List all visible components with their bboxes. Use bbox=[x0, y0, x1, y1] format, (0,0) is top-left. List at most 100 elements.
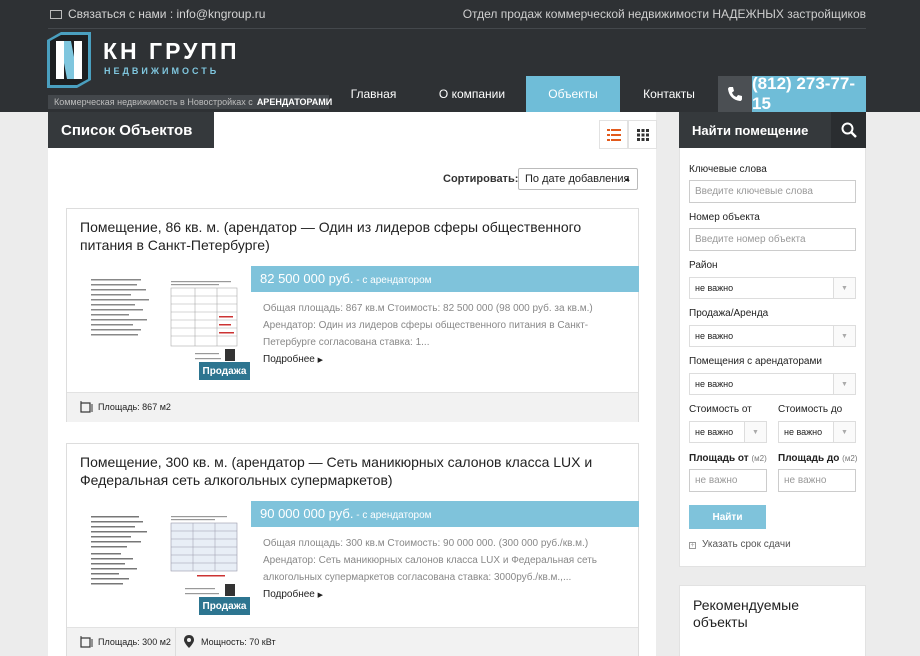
search-toggle-button[interactable] bbox=[831, 112, 866, 148]
keywords-input[interactable]: Введите ключевые слова bbox=[689, 180, 856, 203]
chevron-down-icon: ▼ bbox=[833, 278, 855, 298]
strip-text: Коммерческая недвижимость в Новостройках… bbox=[54, 97, 253, 107]
deadline-link[interactable]: + Указать срок сдачи bbox=[689, 539, 791, 550]
area-to-unit: (м2) bbox=[842, 454, 858, 463]
object-title[interactable]: Помещение, 86 кв. м. (арендатор — Один и… bbox=[80, 218, 610, 254]
arrow-right-icon: ▶ bbox=[317, 592, 324, 599]
objects-list-panel: Список Объектов Сортировать: По дате доб… bbox=[48, 112, 657, 656]
object-power: Мощность: 70 кВт bbox=[201, 637, 276, 647]
price-from-value: не важно bbox=[695, 427, 734, 437]
deal-type-select[interactable]: не важно ▼ bbox=[689, 325, 856, 347]
object-area: Площадь: 300 м2 bbox=[98, 637, 171, 647]
object-card: Помещение, 86 кв. м. (арендатор — Один и… bbox=[66, 208, 639, 422]
chevron-down-icon: ▼ bbox=[744, 422, 766, 442]
object-footer: Площадь: 300 м2 Мощность: 70 кВт bbox=[67, 627, 638, 656]
phone-icon bbox=[718, 76, 752, 112]
list-view-button[interactable] bbox=[599, 120, 628, 149]
area-from-label: Площадь от (м2) bbox=[689, 453, 767, 464]
arrow-right-icon: ▶ bbox=[317, 357, 324, 364]
area-to-input[interactable]: не важно bbox=[778, 469, 856, 492]
sort-select[interactable]: По дате добавления ▲ bbox=[518, 168, 638, 190]
contact-email-link[interactable]: info@kngroup.ru bbox=[177, 7, 266, 21]
deal-value: не важно bbox=[695, 331, 734, 341]
updown-icon: ▲ bbox=[624, 176, 631, 183]
search-icon bbox=[841, 122, 857, 138]
sort-label: Сортировать: bbox=[443, 173, 519, 185]
object-price: 82 500 000 руб. - с арендатором bbox=[251, 266, 639, 292]
area-icon bbox=[80, 400, 93, 415]
view-toggle bbox=[599, 120, 657, 149]
list-title: Список Объектов bbox=[48, 112, 214, 148]
nav-about[interactable]: О компании bbox=[418, 76, 526, 112]
strip-bold: АРЕНДАТОРАМИ bbox=[256, 97, 333, 107]
price-value: 90 000 000 руб. bbox=[260, 506, 354, 521]
chevron-down-icon: ▼ bbox=[833, 374, 855, 394]
logo-title[interactable]: КН ГРУПП bbox=[103, 38, 239, 65]
logo-mark[interactable] bbox=[47, 32, 91, 88]
header-divider bbox=[48, 28, 866, 29]
price-from-select[interactable]: не важно ▼ bbox=[689, 421, 767, 443]
list-icon bbox=[606, 128, 621, 141]
object-footer: Площадь: 867 м2 bbox=[67, 392, 638, 422]
search-panel-title: Найти помещение bbox=[679, 112, 831, 148]
contact-prefix: Связаться с нами : bbox=[68, 7, 174, 21]
price-to-label: Стоимость до bbox=[778, 404, 843, 415]
nav-home[interactable]: Главная bbox=[329, 76, 418, 112]
object-number-input[interactable]: Введите номер объекта bbox=[689, 228, 856, 251]
object-thumbnail[interactable] bbox=[85, 508, 255, 608]
plus-icon: + bbox=[689, 542, 696, 549]
tenants-value: не важно bbox=[695, 379, 734, 389]
contact-info: Связаться с нами : info@kngroup.ru bbox=[50, 7, 265, 21]
price-from-label: Стоимость от bbox=[689, 404, 752, 415]
tenants-label: Помещения с арендаторами bbox=[689, 356, 822, 367]
find-button[interactable]: Найти bbox=[689, 505, 766, 529]
object-card: Помещение, 300 кв. м. (арендатор — Сеть … bbox=[66, 443, 639, 656]
footer-divider bbox=[175, 628, 176, 656]
phone-number[interactable]: (812) 273-77-15 bbox=[752, 74, 866, 113]
keywords-label: Ключевые слова bbox=[689, 164, 767, 175]
grid-icon bbox=[636, 128, 649, 141]
deadline-label: Указать срок сдачи bbox=[702, 539, 791, 550]
area-from-text: Площадь от bbox=[689, 453, 749, 464]
price-suffix: - с арендатором bbox=[353, 510, 432, 521]
chevron-down-icon: ▼ bbox=[833, 326, 855, 346]
district-select[interactable]: не важно ▼ bbox=[689, 277, 856, 299]
more-label: Подробнее bbox=[263, 589, 315, 600]
area-from-input[interactable]: не важно bbox=[689, 469, 767, 492]
area-to-label: Площадь до (м2) bbox=[778, 453, 857, 464]
price-suffix: - с арендатором bbox=[353, 275, 432, 286]
nav-contacts[interactable]: Контакты bbox=[620, 76, 718, 112]
more-link[interactable]: Подробнее ▶ bbox=[263, 589, 323, 600]
district-value: не важно bbox=[695, 283, 734, 293]
sale-badge: Продажа bbox=[199, 362, 250, 380]
object-price: 90 000 000 руб. - с арендатором bbox=[251, 501, 639, 527]
number-label: Номер объекта bbox=[689, 212, 760, 223]
object-thumbnail[interactable] bbox=[85, 273, 255, 373]
price-value: 82 500 000 руб. bbox=[260, 271, 354, 286]
sale-badge: Продажа bbox=[199, 597, 250, 615]
logo-subtitle: НЕДВИЖИМОСТЬ bbox=[104, 66, 220, 76]
district-label: Район bbox=[689, 260, 718, 271]
more-link[interactable]: Подробнее ▶ bbox=[263, 354, 323, 365]
area-icon bbox=[80, 635, 93, 650]
header-tagline: Отдел продаж коммерческой недвижимости Н… bbox=[462, 7, 866, 21]
price-to-value: не важно bbox=[784, 427, 823, 437]
object-area: Площадь: 867 м2 bbox=[98, 402, 171, 412]
chevron-down-icon: ▼ bbox=[833, 422, 855, 442]
recommended-title: Рекомендуемые объекты bbox=[679, 585, 866, 656]
object-description: Общая площадь: 867 кв.м Стоимость: 82 50… bbox=[263, 303, 593, 348]
location-pin-icon bbox=[184, 635, 194, 650]
search-panel: Ключевые слова Введите ключевые слова Но… bbox=[679, 148, 866, 567]
area-to-text: Площадь до bbox=[778, 453, 840, 464]
sort-value: По дате добавления bbox=[525, 173, 630, 185]
deal-label: Продажа/Аренда bbox=[689, 308, 769, 319]
area-from-unit: (м2) bbox=[751, 454, 767, 463]
more-label: Подробнее bbox=[263, 354, 315, 365]
tenants-select[interactable]: не важно ▼ bbox=[689, 373, 856, 395]
nav-objects[interactable]: Объекты bbox=[526, 76, 620, 112]
price-to-select[interactable]: не важно ▼ bbox=[778, 421, 856, 443]
grid-view-button[interactable] bbox=[628, 120, 657, 149]
envelope-icon bbox=[50, 10, 62, 19]
header-strip: Коммерческая недвижимость в Новостройках… bbox=[48, 95, 333, 109]
object-title[interactable]: Помещение, 300 кв. м. (арендатор — Сеть … bbox=[80, 453, 610, 489]
